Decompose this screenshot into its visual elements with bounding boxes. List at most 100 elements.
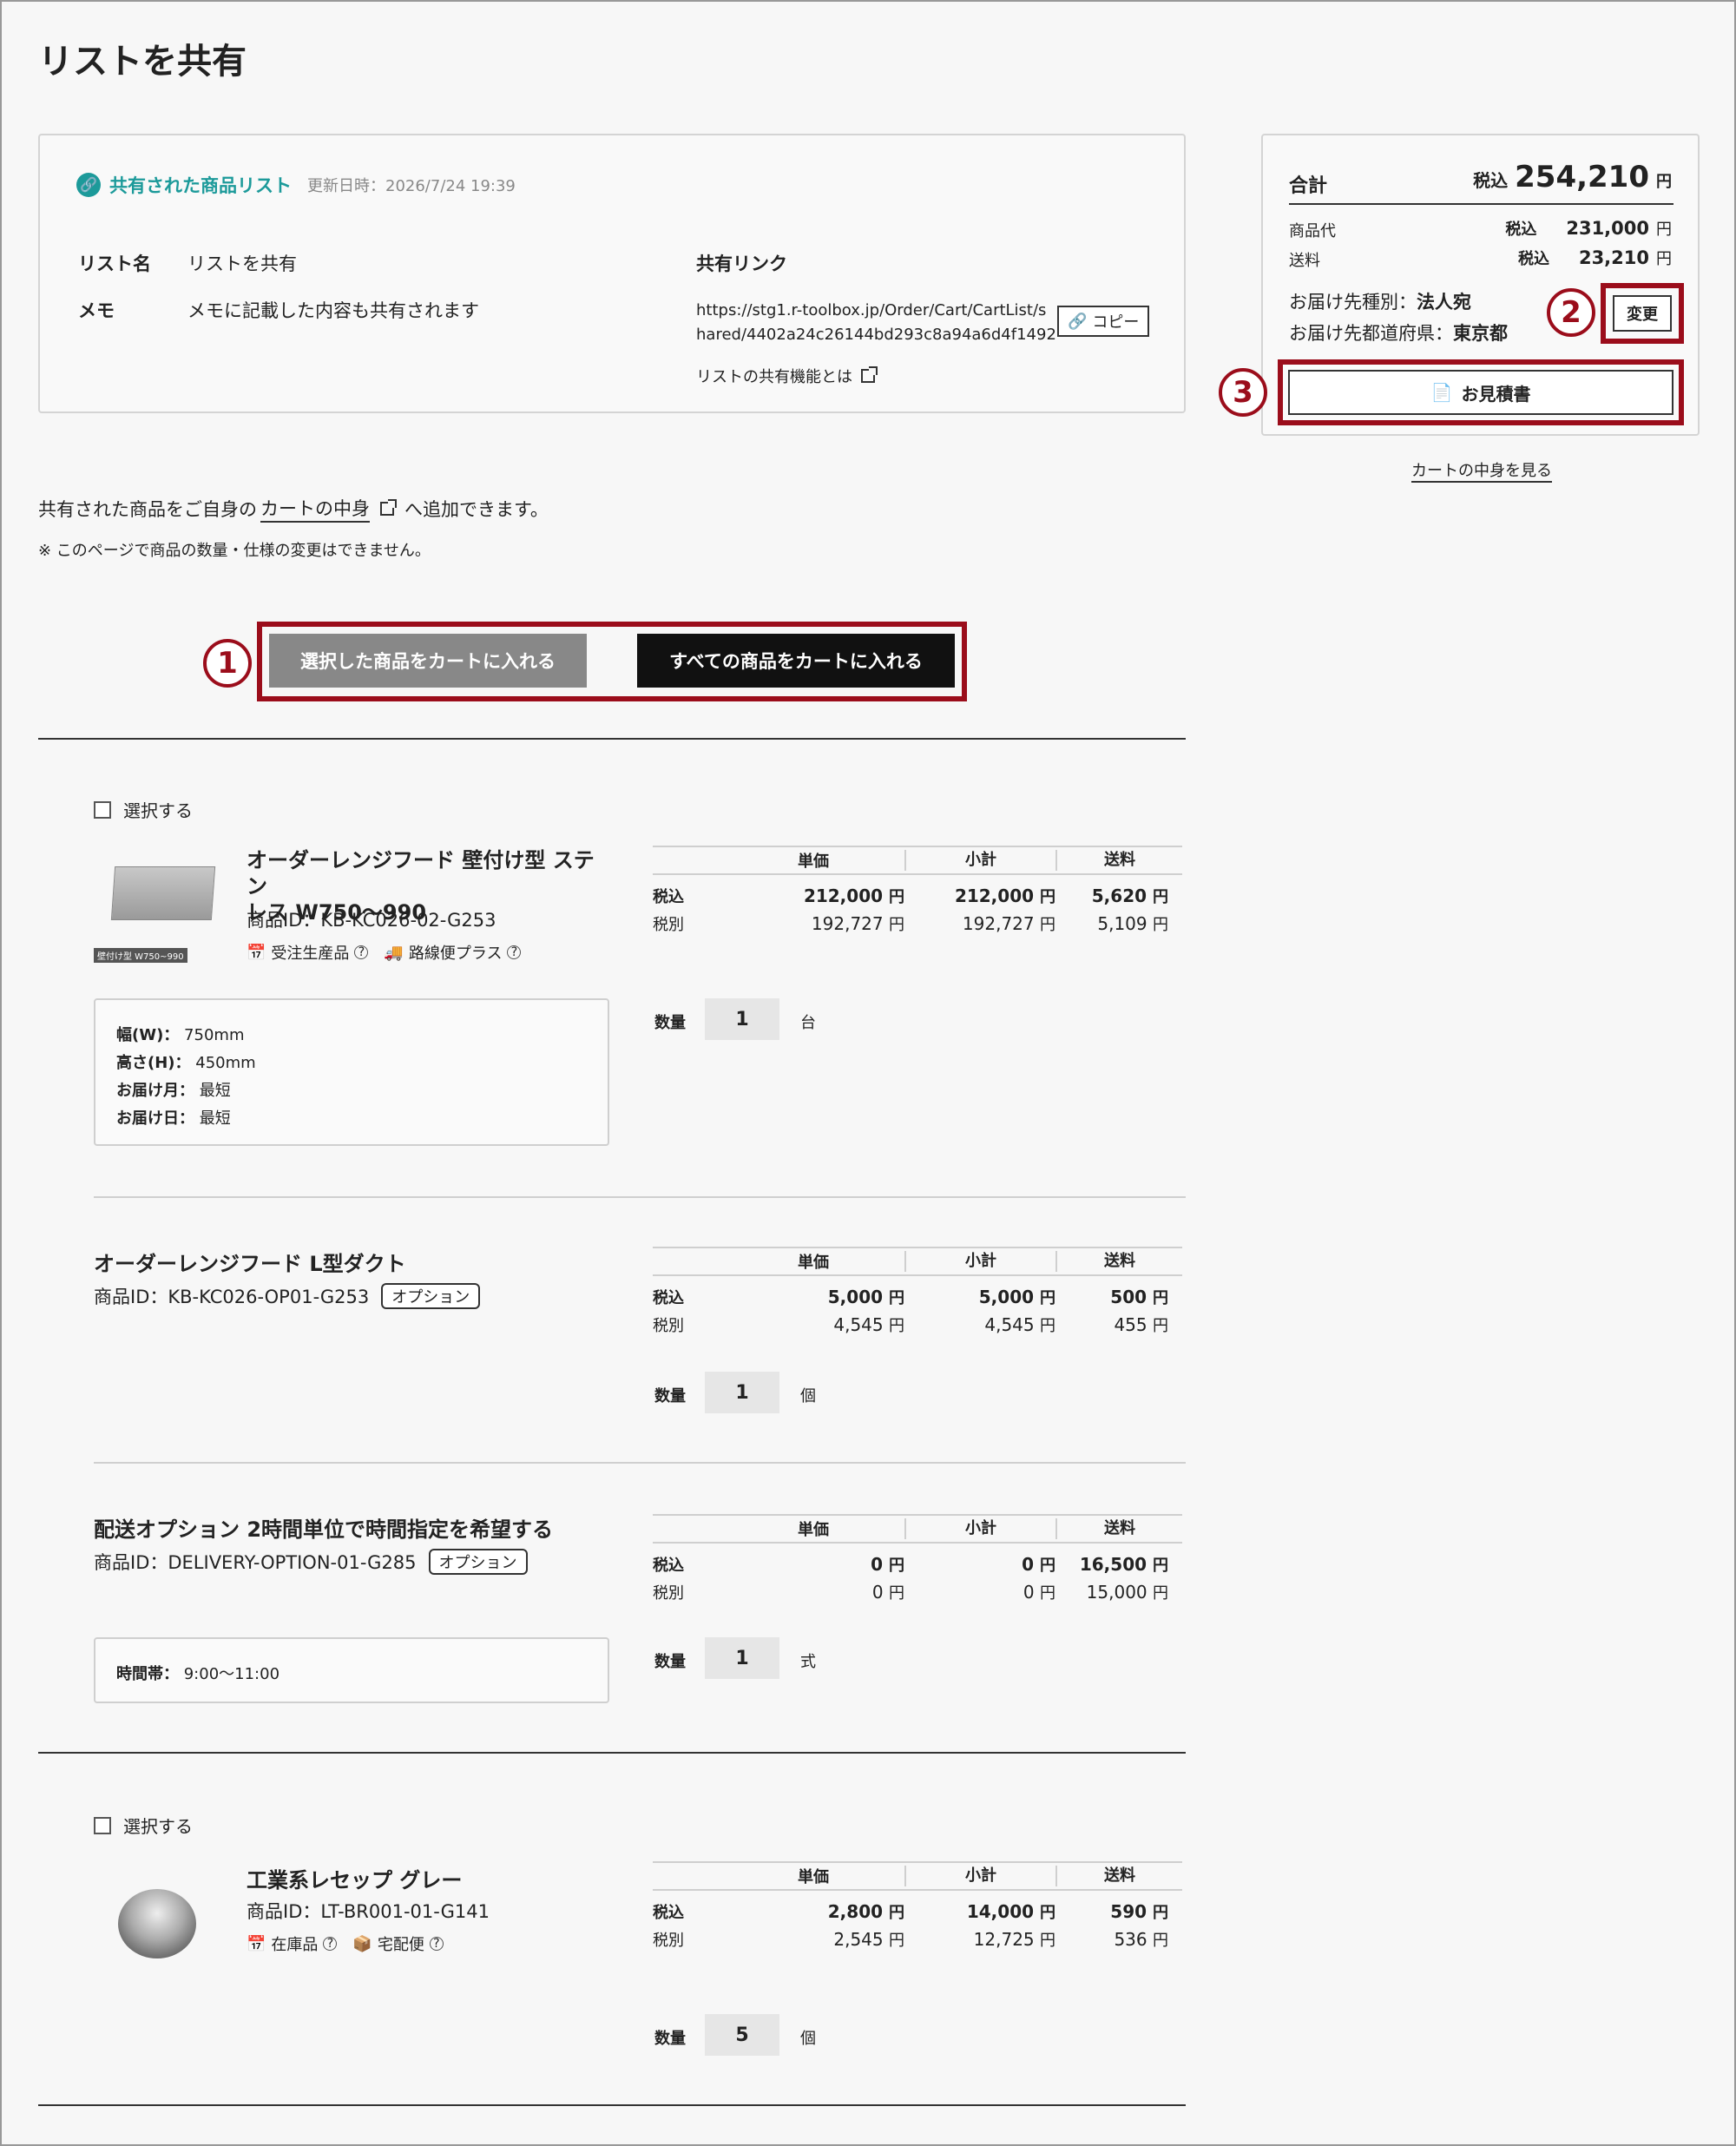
header-unit-price: 単価 <box>798 1254 829 1272</box>
option-badge: オプション <box>381 1283 481 1309</box>
box-icon: 📦 <box>352 1934 372 1953</box>
tag-shipping-type: 路線便プラス <box>408 945 503 963</box>
notice-text-post: へ追加できます。 <box>404 499 549 520</box>
item-1-price-table: 単価 小計 送料 税込 212,000 円 212,000 円 5,620 円 … <box>653 846 1182 938</box>
help-icon[interactable]: ? <box>507 945 522 959</box>
item-1-select[interactable]: 選択する <box>94 797 193 822</box>
header-shipping: 送料 <box>1055 850 1182 871</box>
tax-ex-label: 税別 <box>653 1317 684 1335</box>
add-all-to-cart-button[interactable]: すべての商品をカートに入れる <box>637 634 955 688</box>
item-divider <box>94 1462 1186 1464</box>
yen: 円 <box>1153 1932 1168 1950</box>
shipping-tax-in: 16,500 <box>1079 1554 1147 1575</box>
shipping-tax-in: 500 <box>1110 1287 1147 1307</box>
share-heading: 共有された商品リスト <box>109 175 292 196</box>
yen: 円 <box>889 1904 904 1922</box>
item-4-select[interactable]: 選択する <box>94 1813 193 1838</box>
shipping-tax-ex: 5,109 <box>1097 913 1147 934</box>
help-icon[interactable]: ? <box>323 1937 338 1951</box>
unit-price-tax-in: 212,000 <box>803 885 884 906</box>
yen: 円 <box>1153 1557 1168 1575</box>
yen: 円 <box>889 1584 904 1603</box>
total-divider <box>1289 203 1674 205</box>
unit-price-tax-ex: 2,545 <box>833 1929 884 1950</box>
subtotal-tax-in: 212,000 <box>954 885 1035 906</box>
add-selected-to-cart-button[interactable]: 選択した商品をカートに入れる <box>269 634 587 688</box>
item-4-price-table: 単価 小計 送料 税込 2,800 円 14,000 円 590 円 税別 2,… <box>653 1861 1182 1953</box>
unit-price-tax-ex: 192,727 <box>811 913 884 934</box>
header-subtotal: 小計 <box>904 850 1055 871</box>
summary-shipping-label: 送料 <box>1289 252 1320 270</box>
item-1-qty: 1 <box>705 998 779 1040</box>
item-2-price-table: 単価 小計 送料 税込 5,000 円 5,000 円 500 円 税別 4,5… <box>653 1247 1182 1339</box>
shipping-tax-in: 590 <box>1110 1901 1147 1922</box>
subtotal-tax-ex: 192,727 <box>962 913 1035 934</box>
share-info-panel: 🔗 共有された商品リスト 更新日時：2026/7/24 19:39 リスト名 リ… <box>38 134 1186 413</box>
spec-value: 9:00〜11:00 <box>183 1665 280 1683</box>
share-about-link[interactable]: リストの共有機能とは <box>696 365 878 387</box>
spec-key: 時間帯： <box>116 1665 179 1683</box>
document-icon: 📄 <box>1430 382 1453 403</box>
dest-type-label: お届け先種別： <box>1289 292 1417 313</box>
goods-yen: 円 <box>1656 221 1672 239</box>
unit-price-tax-ex: 0 <box>871 1582 884 1603</box>
shipping-tax-ex: 15,000 <box>1086 1582 1147 1603</box>
yen: 円 <box>1153 888 1168 906</box>
item-3-qty: 1 <box>705 1637 779 1679</box>
shipping-tax-in: 5,620 <box>1091 885 1147 906</box>
item-4-qty: 5 <box>705 2014 779 2056</box>
notice-text-pre: 共有された商品をご自身の <box>38 499 257 520</box>
goods-label: 商品代 <box>1289 222 1336 240</box>
cart-contents-link[interactable]: カートの中身 <box>260 495 370 523</box>
yen: 円 <box>1040 1904 1055 1922</box>
share-link-url-line1: https://stg1.r-toolbox.jp/Order/Cart/Car… <box>696 301 1047 319</box>
qty-label: 数量 <box>654 1653 686 1671</box>
checkbox[interactable] <box>94 800 111 819</box>
item-2-qty: 1 <box>705 1372 779 1413</box>
checkbox[interactable] <box>94 1816 111 1834</box>
tag-shipping-type: 宅配便 <box>377 1936 424 1954</box>
item-1-name-line1: オーダーレンジフード 壁付け型 ステン <box>247 848 595 899</box>
copy-button[interactable]: 🔗 コピー <box>1057 306 1150 337</box>
estimate-button[interactable]: 📄 お見積書 <box>1288 370 1674 415</box>
shipping-tax-ex: 536 <box>1114 1929 1147 1950</box>
link-icon: 🔗 <box>76 173 101 197</box>
updated-date: 更新日時：2026/7/24 19:39 <box>307 177 516 195</box>
yen: 円 <box>889 1317 904 1335</box>
marker-3: 3 <box>1219 368 1267 417</box>
subtotal-tax-in: 5,000 <box>978 1287 1035 1307</box>
tax-in-label: 税込 <box>653 1289 684 1307</box>
subtotal-tax-in: 0 <box>1022 1554 1035 1575</box>
subtotal-tax-ex: 4,545 <box>984 1314 1035 1335</box>
summary-shipping-yen: 円 <box>1656 250 1672 268</box>
qty-label: 数量 <box>654 1387 686 1405</box>
spec-key: お届け月： <box>116 1082 194 1100</box>
marker-2: 2 <box>1547 288 1595 337</box>
item-4-name[interactable]: 工業系レセップ グレー <box>247 1863 462 1893</box>
memo-value: メモに記載した内容も共有されます <box>187 300 479 321</box>
memo-label: メモ <box>78 300 115 321</box>
summary-shipping-value: 23,210 <box>1578 247 1649 268</box>
header-shipping: 送料 <box>1055 1866 1182 1886</box>
total-yen: 円 <box>1656 173 1672 191</box>
view-cart-link[interactable]: カートの中身を見る <box>1411 458 1552 483</box>
goods-value: 231,000 <box>1566 218 1649 239</box>
item-4-id: 商品ID：LT-BR001-01-G141 <box>247 1901 490 1922</box>
unit-price-tax-in: 2,800 <box>827 1901 884 1922</box>
tax-ex-label: 税別 <box>653 916 684 934</box>
share-link-url[interactable]: https://stg1.r-toolbox.jp/Order/Cart/Car… <box>696 299 1056 347</box>
item-3-name[interactable]: 配送オプション 2時間単位で時間指定を希望する <box>94 1512 553 1543</box>
item-2-name[interactable]: オーダーレンジフード L型ダクト <box>94 1247 406 1277</box>
marker-1: 1 <box>203 639 252 688</box>
item-4-unit: 個 <box>800 2030 816 2048</box>
subtotal-tax-in: 14,000 <box>966 1901 1035 1922</box>
change-destination-button[interactable]: 変更 <box>1613 295 1672 332</box>
help-icon[interactable]: ? <box>429 1937 444 1951</box>
section-divider <box>38 1752 1186 1754</box>
total-label: 合計 <box>1289 175 1328 197</box>
tax-in-label: 税込 <box>653 1557 684 1575</box>
external-link-icon <box>861 366 878 383</box>
help-icon[interactable]: ? <box>354 945 369 959</box>
item-1-spec-box: 幅(W)： 750mm 高さ(H)： 450mm お届け月： 最短 お届け日： … <box>94 998 609 1146</box>
share-link-label: 共有リンク <box>696 253 787 274</box>
